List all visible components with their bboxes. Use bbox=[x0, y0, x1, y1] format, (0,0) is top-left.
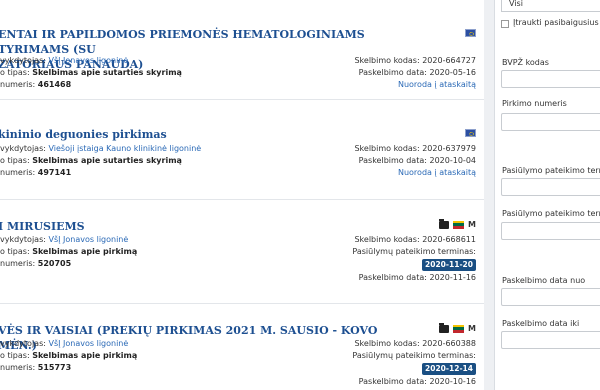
result-card: VĖS IR VAISIAI (PREKIŲ PIRKIMAS 2021 M. … bbox=[0, 304, 484, 390]
deadline-from-input[interactable] bbox=[501, 178, 600, 196]
m-marker: M bbox=[468, 220, 476, 229]
result-card: ENTAI IR PAPILDOMOS PRIEMONĖS HEMATOLOGI… bbox=[0, 0, 484, 100]
result-title-line[interactable]: ENTAI IR PAPILDOMOS PRIEMONĖS HEMATOLOGI… bbox=[0, 27, 408, 57]
lithuanian-flag-icon bbox=[453, 220, 465, 229]
result-title[interactable]: kininio deguonies pirkimas bbox=[0, 127, 408, 142]
folder-icon bbox=[439, 322, 450, 333]
eu-flag-icon bbox=[465, 129, 476, 137]
deadline-from-label: Pasiūlymo pateikimo termin bbox=[502, 166, 600, 175]
result-icons: M bbox=[439, 218, 476, 229]
result-dates: Skelbimo kodas: 2020-664727 Paskelbimo d… bbox=[354, 56, 476, 89]
report-link[interactable]: Nuoroda į ataskaitą bbox=[398, 168, 476, 177]
deadline-to-input[interactable] bbox=[501, 222, 600, 240]
result-dates: Skelbimo kodas: 2020-668611 Pasiūlymų pa… bbox=[352, 235, 476, 282]
bvpz-label: BVPŽ kodas bbox=[502, 58, 549, 67]
organization-link[interactable]: Viešoji įstaiga Kauno klinikinė ligoninė bbox=[48, 144, 201, 153]
pub-date-to-input[interactable] bbox=[501, 331, 600, 349]
pub-date-from-label: Paskelbimo data nuo bbox=[502, 276, 586, 285]
result-meta: vykdytojas: VšĮ Jonavos ligoninė o tipas… bbox=[0, 56, 182, 89]
organization-link[interactable]: VšĮ Jonavos ligoninė bbox=[48, 235, 128, 244]
filter-sidebar: Visi Įtraukti pasibaigusius s BVPŽ kodas… bbox=[494, 0, 600, 390]
organization-link[interactable]: VšĮ Jonavos ligoninė bbox=[48, 56, 128, 65]
pub-date-to-label: Paskelbimo data iki bbox=[502, 319, 580, 328]
include-expired-label: Įtraukti pasibaigusius s bbox=[513, 18, 600, 27]
result-dates: Skelbimo kodas: 2020-660388 Pasiūlymų pa… bbox=[352, 339, 476, 386]
status-select[interactable]: Visi bbox=[501, 0, 600, 12]
purchase-number-label: Pirkimo numeris bbox=[502, 99, 567, 108]
result-icons: M bbox=[439, 322, 476, 333]
pub-date-from-input[interactable] bbox=[501, 288, 600, 306]
result-title[interactable]: I MIRUSIEMS bbox=[0, 219, 408, 234]
deadline-badge: 2020-12-14 bbox=[422, 363, 476, 375]
report-link[interactable]: Nuoroda į ataskaitą bbox=[398, 80, 476, 89]
result-meta: vykdytojas: Viešoji įstaiga Kauno klinik… bbox=[0, 144, 202, 177]
bvpz-input[interactable] bbox=[501, 70, 600, 88]
eu-flag-icon bbox=[465, 29, 476, 37]
include-expired-checkbox[interactable] bbox=[501, 20, 509, 28]
result-card: kininio deguonies pirkimas vykdytojas: V… bbox=[0, 100, 484, 200]
result-card: I MIRUSIEMS M vykdytojas: VšĮ Jonavos li… bbox=[0, 200, 484, 304]
result-meta: vykdytojas: VšĮ Jonavos ligoninė o tipas… bbox=[0, 339, 138, 372]
lithuanian-flag-icon bbox=[453, 324, 465, 333]
result-meta: vykdytojas: VšĮ Jonavos ligoninė o tipas… bbox=[0, 235, 138, 268]
folder-icon bbox=[439, 218, 450, 229]
purchase-number-input[interactable] bbox=[501, 113, 600, 131]
result-dates: Skelbimo kodas: 2020-637979 Paskelbimo d… bbox=[354, 144, 476, 177]
organization-link[interactable]: VšĮ Jonavos ligoninė bbox=[48, 339, 128, 348]
deadline-badge: 2020-11-20 bbox=[422, 259, 476, 271]
m-marker: M bbox=[468, 324, 476, 333]
deadline-to-label: Pasiūlymo pateikimo termin bbox=[502, 209, 600, 218]
results-list: ENTAI IR PAPILDOMOS PRIEMONĖS HEMATOLOGI… bbox=[0, 0, 484, 390]
